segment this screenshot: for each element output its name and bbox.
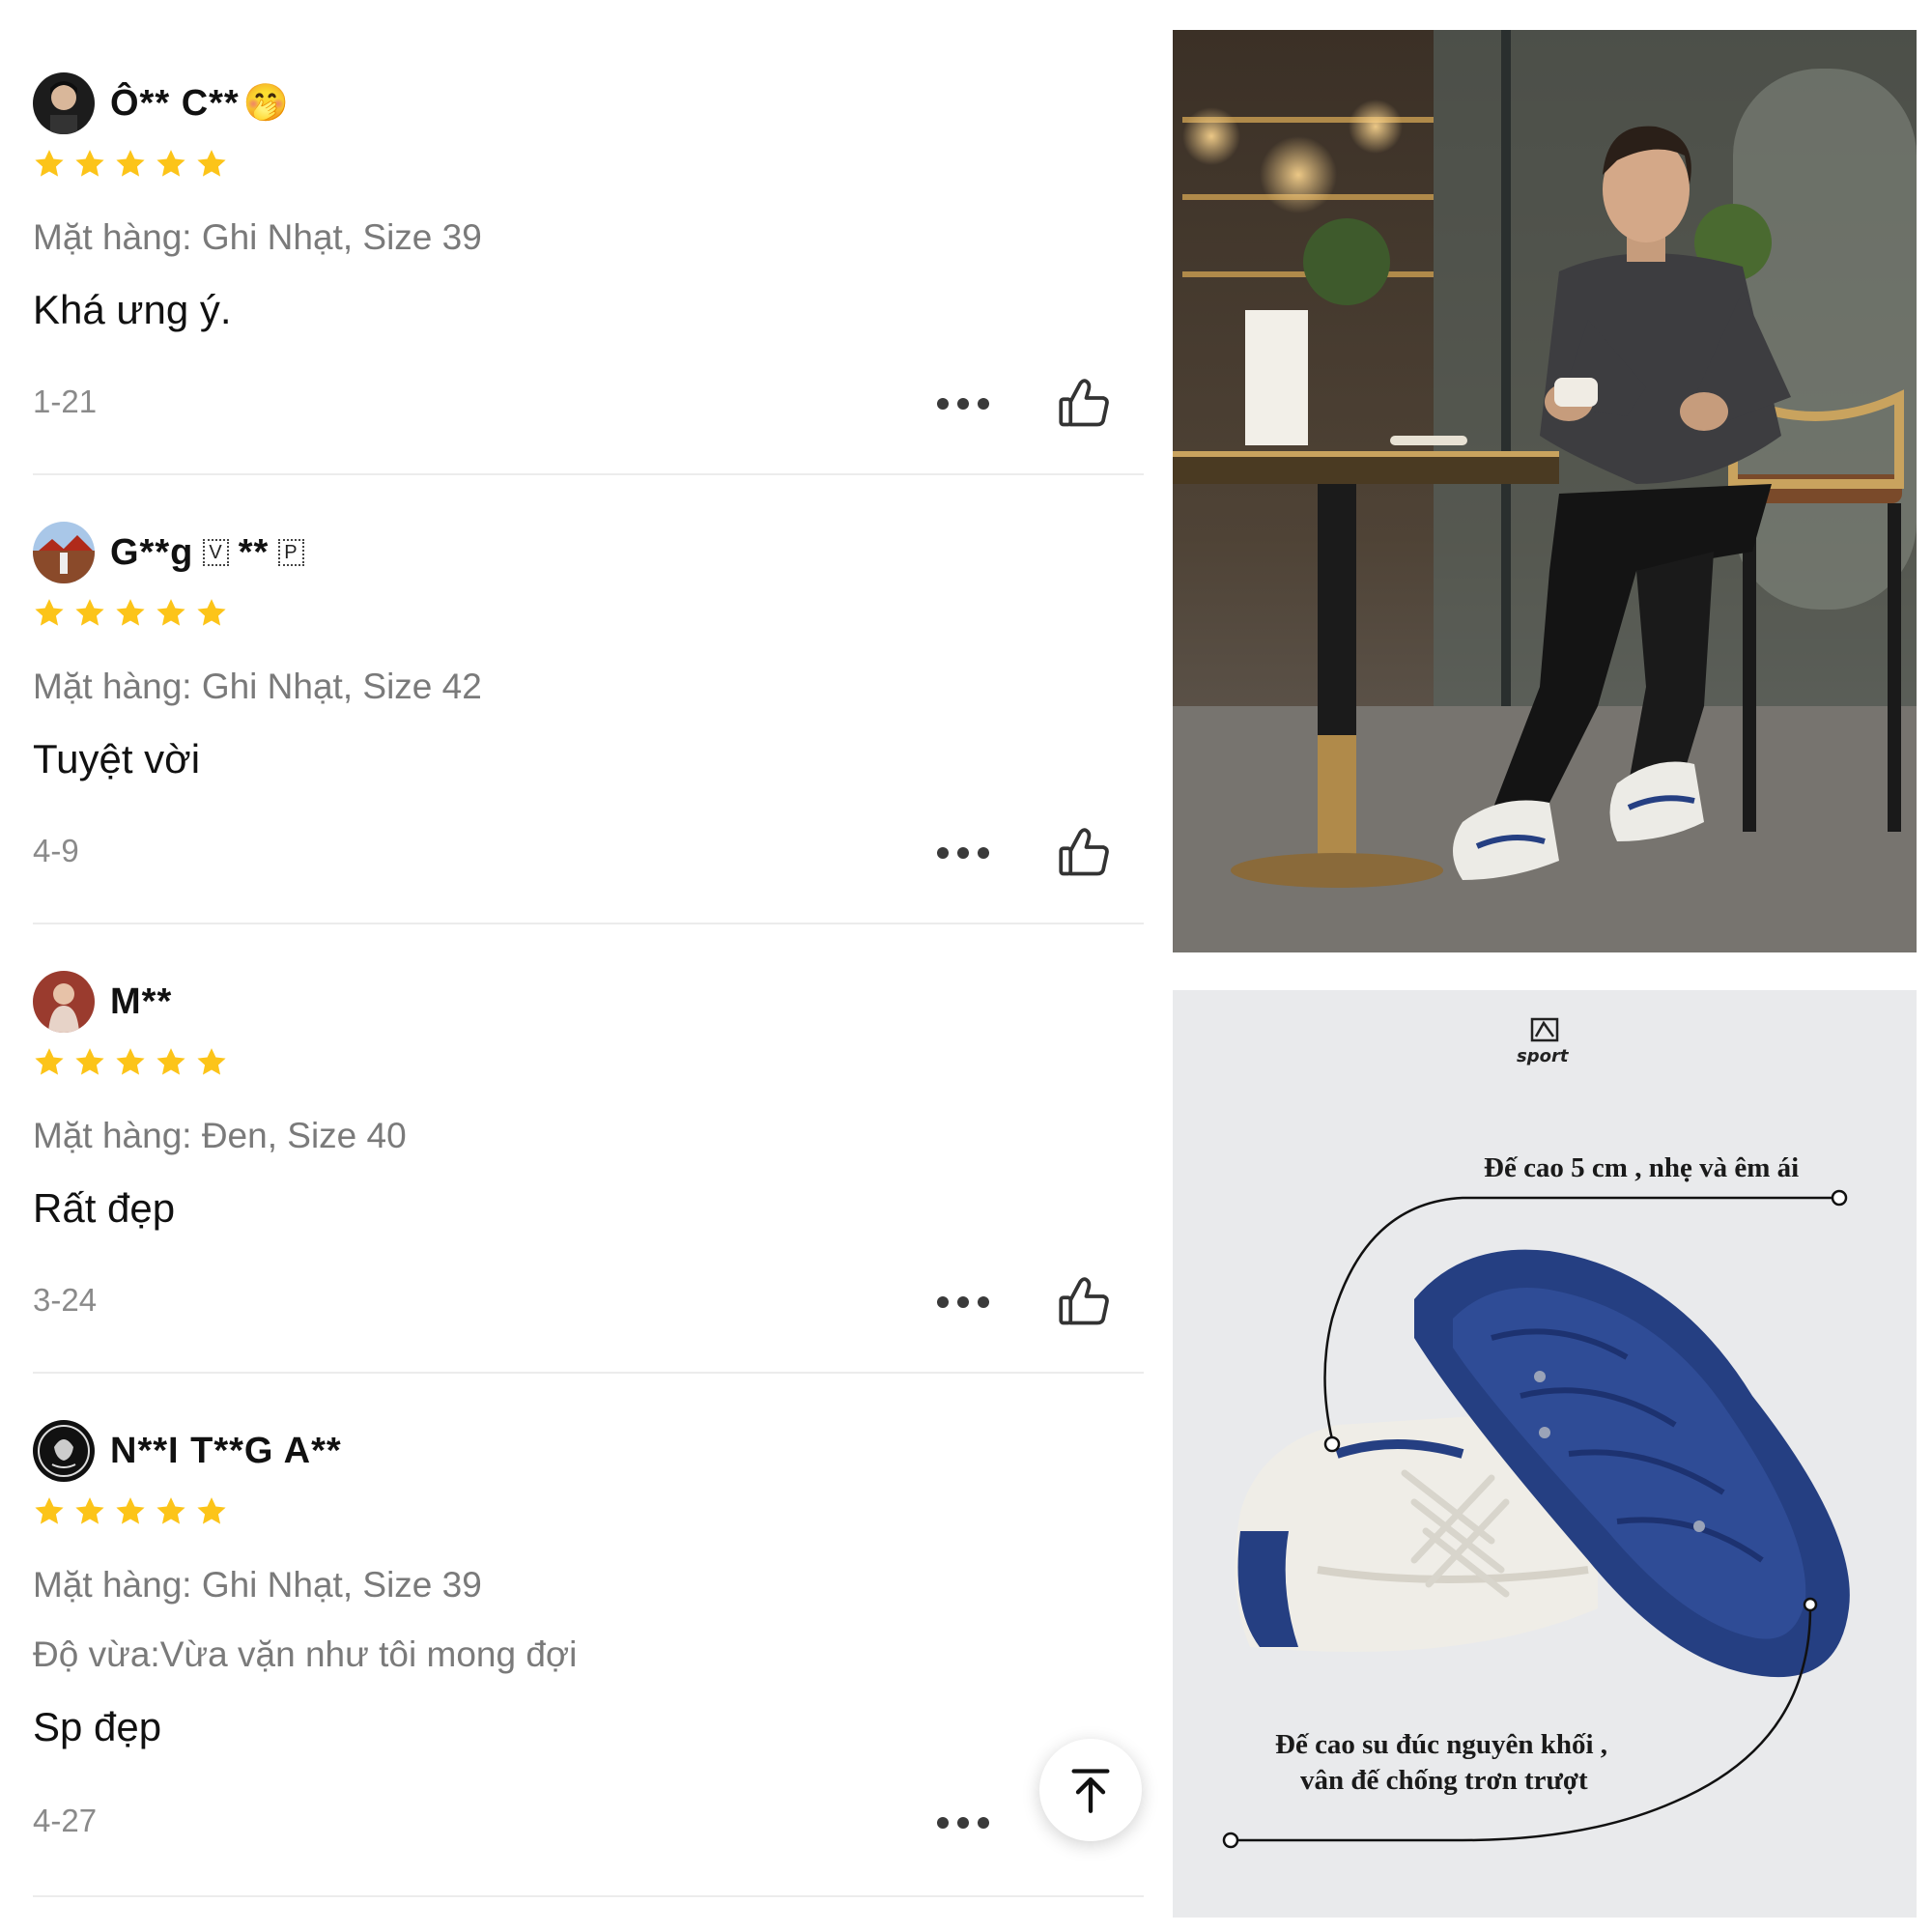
more-icon [937, 1296, 949, 1308]
more-icon [937, 1817, 949, 1829]
star-icon [35, 150, 64, 177]
avatar[interactable] [33, 72, 95, 134]
scroll-to-top-button[interactable] [1039, 1739, 1142, 1841]
review-item: M** Mặt hàng: Đen, Size 40 Rất đẹp 3-24 [33, 932, 1144, 1380]
avatar[interactable] [33, 522, 95, 583]
username: Ô** C** 🤭 [110, 82, 290, 125]
review-item: N**I T**G A** Mặt hàng: Ghi Nhạt, Size 3… [33, 1381, 1144, 1903]
username-text: M** [110, 980, 173, 1022]
brand-name: sport [1517, 1046, 1569, 1066]
product-detail-image[interactable]: sport Đế cao 5 cm , nhẹ và êm ái Đế cao … [1173, 990, 1917, 1918]
star-icon [156, 150, 185, 177]
username: N**I T**G A** [110, 1431, 342, 1472]
review-comment: Khá ưng ý. [33, 287, 232, 332]
more-icon [937, 398, 949, 410]
review-comment: Sp đẹp [33, 1704, 162, 1749]
reviews-list: Ô** C** 🤭 Mặt hàng: Ghi Nhạt, Size 39 Kh… [0, 0, 1150, 1932]
review-date: 4-9 [33, 833, 79, 868]
more-options-button[interactable] [937, 846, 989, 860]
variant-info: Mặt hàng: Ghi Nhạt, Size 39 [33, 217, 482, 257]
star-rating [33, 597, 228, 630]
arrow-up-to-top-icon [1071, 1769, 1110, 1813]
username: M** [110, 981, 172, 1023]
username-emoji: 🤭 [242, 83, 291, 124]
review-user: M** [33, 971, 172, 1033]
thumbs-up-icon[interactable] [1055, 374, 1113, 432]
review-date: 3-24 [33, 1282, 98, 1318]
review-item: G**g V ** P Mặt hàng: Ghi Nhạt, Size 42 … [33, 483, 1144, 931]
more-icon [937, 847, 949, 859]
username-text-part2: ** [238, 531, 270, 573]
divider [33, 1895, 1144, 1897]
username: G**g V ** P [110, 532, 314, 574]
star-icon [156, 1048, 185, 1075]
brand-logo [1530, 1017, 1559, 1042]
user-badge-v: V [203, 539, 229, 566]
divider [33, 923, 1144, 924]
star-icon [197, 150, 226, 177]
divider [33, 1372, 1144, 1374]
review-user: N**I T**G A** [33, 1420, 342, 1482]
divider [33, 473, 1144, 475]
star-icon [197, 1497, 226, 1524]
review-date: 4-27 [33, 1803, 98, 1838]
star-icon [75, 599, 104, 626]
thumbs-up-icon[interactable] [1055, 1272, 1113, 1330]
more-options-button[interactable] [937, 1295, 989, 1309]
star-icon [35, 1497, 64, 1524]
more-options-button[interactable] [937, 1816, 989, 1830]
product-lifestyle-photo[interactable] [1173, 30, 1917, 952]
username-text: Ô** C** [110, 82, 240, 124]
star-rating [33, 1495, 228, 1528]
star-icon [75, 1048, 104, 1075]
star-icon [75, 150, 104, 177]
star-rating [33, 1046, 228, 1079]
star-icon [156, 599, 185, 626]
variant-info: Mặt hàng: Ghi Nhạt, Size 42 [33, 667, 482, 706]
star-icon [156, 1497, 185, 1524]
star-icon [116, 599, 145, 626]
caption-sole-material-line2: vân đế chống trơn trượt [1300, 1765, 1588, 1796]
variant-info: Mặt hàng: Đen, Size 40 [33, 1116, 407, 1155]
review-user: G**g V ** P [33, 522, 314, 583]
user-badge-p: P [278, 539, 304, 566]
fit-info: Độ vừa:Vừa vặn như tôi mong đợi [33, 1634, 578, 1674]
username-text: N**I T**G A** [110, 1430, 342, 1471]
lifestyle-illustration [1173, 30, 1917, 952]
star-icon [116, 1048, 145, 1075]
star-icon [116, 1497, 145, 1524]
review-item: Ô** C** 🤭 Mặt hàng: Ghi Nhạt, Size 39 Kh… [33, 34, 1144, 482]
caption-sole-height: Đế cao 5 cm , nhẹ và êm ái [1484, 1152, 1800, 1183]
star-icon [116, 150, 145, 177]
review-comment: Rất đẹp [33, 1185, 176, 1231]
avatar[interactable] [33, 971, 95, 1033]
star-icon [75, 1497, 104, 1524]
review-comment: Tuyệt vời [33, 736, 201, 781]
review-date: 1-21 [33, 384, 98, 419]
star-icon [35, 1048, 64, 1075]
variant-info: Mặt hàng: Ghi Nhạt, Size 39 [33, 1565, 482, 1605]
username-text: G**g [110, 531, 194, 573]
avatar[interactable] [33, 1420, 95, 1482]
thumbs-up-icon[interactable] [1055, 823, 1113, 881]
more-options-button[interactable] [937, 397, 989, 411]
caption-sole-material-line1: Đế cao su đúc nguyên khối , [1275, 1729, 1608, 1760]
star-rating [33, 148, 228, 181]
star-icon [35, 599, 64, 626]
star-icon [197, 599, 226, 626]
review-user: Ô** C** 🤭 [33, 72, 290, 134]
star-icon [197, 1048, 226, 1075]
